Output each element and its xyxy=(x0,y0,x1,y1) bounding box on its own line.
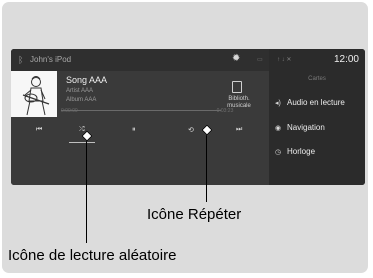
album-art xyxy=(11,71,57,117)
guitarist-illustration xyxy=(11,71,57,117)
menu-item-label: Navigation xyxy=(287,123,325,132)
infotainment-screen: ᛒ John's iPod ✹ ▭ Song AAA Artist AAA Al… xyxy=(11,49,365,185)
time-elapsed: 0:00:00 xyxy=(61,108,78,114)
bluetooth-icon: ᛒ xyxy=(18,55,24,65)
progress-track[interactable] xyxy=(61,110,221,111)
repeat-icon[interactable]: ⟲ xyxy=(188,126,194,134)
shuffle-callout-line xyxy=(86,139,87,243)
menu-item-label: Audio en lecture xyxy=(287,98,345,107)
figure-frame: ᛒ John's iPod ✹ ▭ Song AAA Artist AAA Al… xyxy=(2,2,368,273)
previous-track-icon[interactable]: ⏮ xyxy=(36,126,42,134)
menu-item-audio[interactable]: ◂) Audio en lecture xyxy=(275,98,365,110)
clock-display: 12:00 xyxy=(333,54,359,65)
clock-icon: ◷ xyxy=(275,149,282,156)
menu-title: Cartes xyxy=(308,76,326,82)
source-name[interactable]: John's iPod xyxy=(30,55,71,64)
menu-item-clock[interactable]: ◷ Horloge xyxy=(275,147,365,159)
header-menu-icon[interactable]: ▭ xyxy=(257,56,263,63)
repeat-callout-label: Icône Répéter xyxy=(147,206,242,223)
song-title: Song AAA xyxy=(66,75,108,85)
media-header: ᛒ John's iPod ✹ ▭ xyxy=(11,49,269,71)
menu-item-label: Horloge xyxy=(287,147,316,156)
music-library-icon[interactable] xyxy=(232,81,242,93)
settings-gear-icon[interactable]: ✹ xyxy=(232,53,240,64)
next-track-icon[interactable]: ⏭ xyxy=(236,126,242,134)
artist-name: Artist AAA xyxy=(66,88,94,94)
speaker-icon: ◂) xyxy=(275,100,281,107)
media-panel: ᛒ John's iPod ✹ ▭ Song AAA Artist AAA Al… xyxy=(11,49,269,185)
shuffle-callout-label: Icône de lecture aléatoire xyxy=(8,247,177,264)
home-menu-panel: ↑ ↓ ✕ 12:00 Cartes ◂) Audio en lecture ◉ N… xyxy=(269,49,365,185)
status-icons: ↑ ↓ ✕ xyxy=(277,57,292,63)
album-name: Album AAA xyxy=(66,97,97,103)
menu-item-navigation[interactable]: ◉ Navigation xyxy=(275,123,365,135)
music-library-label[interactable]: Biblioth. musicale xyxy=(219,96,259,110)
repeat-callout-line xyxy=(206,133,207,202)
pause-icon[interactable]: ⏸ xyxy=(132,126,136,134)
shuffle-active-indicator xyxy=(69,142,95,143)
navigation-pin-icon: ◉ xyxy=(275,125,282,132)
